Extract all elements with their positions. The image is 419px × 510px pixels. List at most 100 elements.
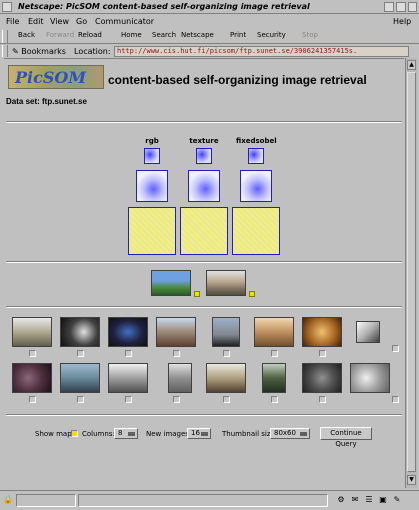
image-checkbox[interactable]	[29, 350, 36, 357]
feature-label-texture: texture	[189, 137, 219, 145]
divider	[6, 414, 402, 416]
maximize-icon[interactable]	[396, 2, 406, 12]
discussions-icon[interactable]: ☰	[364, 495, 374, 505]
status-message	[78, 494, 328, 507]
location-label: Location:	[74, 47, 111, 56]
divider	[6, 261, 402, 263]
vertical-scrollbar[interactable]: ▲ ▼	[405, 58, 417, 488]
toolbar-grip[interactable]	[2, 30, 8, 43]
menu-go[interactable]: Go	[76, 17, 87, 26]
menu-edit[interactable]: Edit	[28, 17, 44, 26]
columns-select[interactable]: 8	[114, 428, 138, 439]
continue-query-button[interactable]: Continue Query	[320, 427, 372, 448]
thumbnail-image[interactable]	[108, 363, 148, 393]
image-checkbox[interactable]	[271, 396, 278, 403]
back-button[interactable]: Back	[18, 31, 35, 39]
thumbnail-size-select[interactable]: 80x60	[270, 428, 310, 439]
menu-view[interactable]: View	[50, 17, 69, 26]
dataset-label: Data set: ftp.sunet.se	[6, 97, 87, 106]
som-texture-level3[interactable]	[180, 207, 228, 255]
menu-bar: File Edit View Go Communicator Help	[0, 15, 419, 28]
image-checkbox[interactable]	[271, 350, 278, 357]
image-checkbox[interactable]	[319, 396, 326, 403]
forward-button[interactable]: Forward	[46, 31, 74, 39]
stop-button[interactable]: Stop	[302, 31, 318, 39]
location-grip[interactable]	[2, 45, 8, 57]
home-button[interactable]: Home	[121, 31, 142, 39]
search-button[interactable]: Search	[152, 31, 176, 39]
thumbnail-image[interactable]	[212, 317, 240, 347]
scroll-up-icon[interactable]: ▲	[407, 60, 416, 70]
window-titlebar: Netscape: PicSOM content-based self-orga…	[0, 0, 419, 14]
image-checkbox[interactable]	[125, 396, 132, 403]
security-button[interactable]: Security	[257, 31, 286, 39]
edit-icon[interactable]: ✎	[392, 495, 402, 505]
location-bar: ✎ Bookmarks Location: http://www.cis.hut…	[0, 43, 419, 58]
window-menu-icon[interactable]	[2, 2, 12, 12]
navigation-toolbar: Back Forward Reload Home Search Netscape…	[0, 29, 419, 43]
thumbnail-image[interactable]	[60, 317, 100, 347]
bookmarks-button[interactable]: ✎ Bookmarks	[12, 47, 66, 56]
thumbnail-image[interactable]	[108, 317, 148, 347]
menu-file[interactable]: File	[6, 17, 19, 26]
som-fixedsobel-level2[interactable]	[240, 170, 272, 202]
thumbnail-image[interactable]	[12, 317, 52, 347]
som-texture-level1[interactable]	[196, 148, 212, 164]
query-marker	[249, 291, 255, 297]
netscape-button[interactable]: Netscape	[181, 31, 214, 39]
image-checkbox[interactable]	[29, 396, 36, 403]
thumbnail-image[interactable]	[302, 363, 342, 393]
print-button[interactable]: Print	[230, 31, 246, 39]
image-checkbox[interactable]	[125, 350, 132, 357]
mail-icon[interactable]: ✉	[350, 495, 360, 505]
close-icon[interactable]	[408, 2, 417, 12]
menu-help[interactable]: Help	[393, 17, 411, 26]
thumbnail-image[interactable]	[302, 317, 342, 347]
som-rgb-level1[interactable]	[144, 148, 160, 164]
thumbnail-image[interactable]	[12, 363, 52, 393]
image-checkbox[interactable]	[392, 396, 399, 403]
dropdown-arrow-icon	[128, 432, 135, 436]
som-rgb-level2[interactable]	[136, 170, 168, 202]
image-checkbox[interactable]	[173, 350, 180, 357]
url-field[interactable]: http://www.cis.hut.fi/picsom/ftp.sunet.s…	[114, 46, 409, 57]
som-rgb-level3[interactable]	[128, 207, 176, 255]
query-image[interactable]	[206, 270, 246, 296]
image-checkbox[interactable]	[173, 396, 180, 403]
picsom-logo: PicSOM	[8, 65, 104, 89]
page-content: PicSOM content-based self-organizing ima…	[4, 58, 404, 488]
thumbnail-image[interactable]	[168, 363, 192, 393]
image-checkbox[interactable]	[77, 350, 84, 357]
som-fixedsobel-level3[interactable]	[232, 207, 280, 255]
thumbnail-image[interactable]	[262, 363, 286, 393]
thumbnail-image[interactable]	[254, 317, 294, 347]
new-images-select[interactable]: 16	[187, 428, 211, 439]
show-maps-checkbox[interactable]	[71, 430, 78, 437]
image-checkbox[interactable]	[319, 350, 326, 357]
image-checkbox[interactable]	[392, 345, 399, 352]
divider	[6, 306, 402, 308]
reload-button[interactable]: Reload	[78, 31, 102, 39]
som-fixedsobel-level1[interactable]	[248, 148, 264, 164]
scrollbar-thumb[interactable]	[407, 72, 416, 472]
som-texture-level2[interactable]	[188, 170, 220, 202]
thumbnail-image[interactable]	[356, 321, 380, 343]
image-checkbox[interactable]	[223, 350, 230, 357]
navigator-icon[interactable]: ⚙	[336, 495, 346, 505]
security-lock-icon[interactable]: 🔒	[3, 495, 13, 505]
thumbnail-image[interactable]	[156, 317, 196, 347]
query-marker	[194, 291, 200, 297]
minimize-icon[interactable]	[384, 2, 394, 12]
scroll-down-icon[interactable]: ▼	[407, 475, 416, 485]
logo-text: PicSOM	[15, 68, 87, 87]
menu-communicator[interactable]: Communicator	[95, 17, 154, 26]
progress-meter	[16, 494, 76, 507]
image-checkbox[interactable]	[223, 396, 230, 403]
image-checkbox[interactable]	[77, 396, 84, 403]
thumbnail-image[interactable]	[60, 363, 100, 393]
composer-icon[interactable]: ▣	[378, 495, 388, 505]
thumbnail-image[interactable]	[206, 363, 246, 393]
query-image[interactable]	[151, 270, 191, 296]
thumbnail-image[interactable]	[350, 363, 390, 393]
dropdown-arrow-icon	[201, 432, 208, 436]
